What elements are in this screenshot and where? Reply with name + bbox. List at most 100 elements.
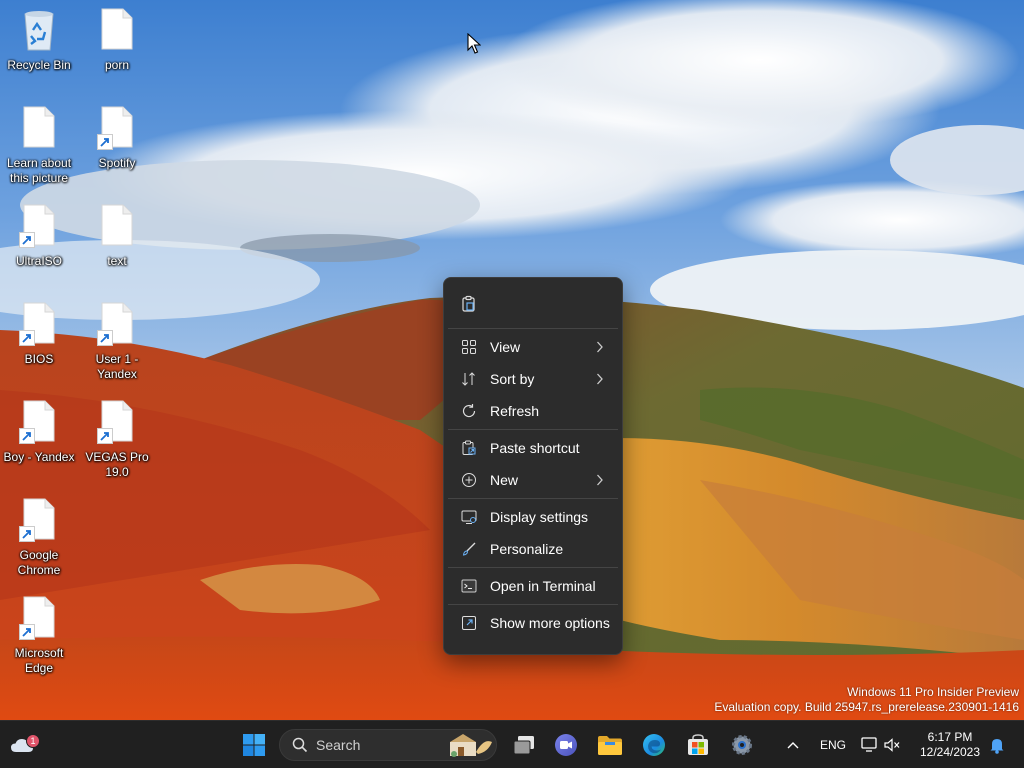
display-settings-icon	[460, 508, 478, 526]
desktop-icon-label: User 1 - Yandex	[95, 352, 139, 381]
refresh-icon	[460, 402, 478, 420]
desktop-icon-text[interactable]: text	[78, 198, 156, 286]
weather-widget-button[interactable]: 1	[4, 727, 40, 763]
menu-separator	[448, 429, 618, 430]
plus-circle-icon	[460, 471, 478, 489]
grid-icon	[460, 338, 478, 356]
settings-icon	[732, 735, 752, 755]
store-button[interactable]	[680, 727, 716, 763]
shortcut-arrow-icon	[19, 624, 35, 640]
notification-count-badge: 1	[26, 734, 40, 748]
taskbar-search-box[interactable]: Search	[279, 729, 497, 761]
desktop-icon-learn-about-this-picture[interactable]: Learn about this picture	[0, 100, 78, 188]
menu-item-sort-by[interactable]: Sort by	[448, 363, 618, 395]
sort-icon	[460, 370, 478, 388]
menu-separator	[448, 604, 618, 605]
menu-item-display-settings[interactable]: Display settings	[448, 501, 618, 533]
desktop-icon-microsoft-edge[interactable]: Microsoft Edge	[0, 590, 78, 678]
shortcut-file-icon	[97, 106, 137, 150]
desktop-icon-boy-yandex[interactable]: Boy - Yandex	[0, 394, 78, 482]
shortcut-arrow-icon	[19, 330, 35, 346]
network-icon	[861, 737, 877, 752]
menu-item-label: Personalize	[490, 541, 564, 557]
chevron-right-icon	[597, 474, 603, 486]
shortcut-arrow-icon	[19, 232, 35, 248]
menu-item-paste-shortcut[interactable]: Paste shortcut	[448, 432, 618, 464]
edge-button[interactable]	[636, 727, 672, 763]
menu-item-new[interactable]: New	[448, 464, 618, 496]
desktop-icon-label: UltraISO	[15, 254, 62, 268]
quick-settings-button[interactable]	[856, 727, 906, 763]
search-highlight-icon	[450, 734, 492, 757]
shortcut-file-icon	[97, 400, 137, 444]
desktop-icon-recycle-bin[interactable]: Recycle Bin	[0, 2, 78, 90]
search-placeholder: Search	[316, 737, 361, 753]
menu-item-label: New	[490, 472, 519, 488]
shortcut-file-icon	[19, 204, 59, 248]
desktop-icon-ultraiso[interactable]: UltraISO	[0, 198, 78, 286]
recycle-bin-icon	[19, 8, 59, 52]
mouse-cursor	[467, 33, 481, 54]
store-icon	[688, 734, 708, 755]
more-options-icon	[460, 614, 478, 632]
menu-item-label: View	[490, 339, 521, 355]
desktop-icon-label: Boy - Yandex	[3, 450, 75, 464]
desktop-icon-google-chrome[interactable]: Google Chrome	[0, 492, 78, 580]
desktop-icon-label: Google Chrome	[17, 548, 61, 577]
bell-icon	[990, 739, 1004, 754]
desktop-icon-vegas-pro-19-0[interactable]: VEGAS Pro 19.0	[78, 394, 156, 482]
input-language-indicator[interactable]: ENG	[820, 738, 846, 752]
settings-button[interactable]	[724, 727, 760, 763]
blank-file-icon	[97, 8, 137, 52]
windows-logo-icon	[243, 734, 265, 756]
shortcut-file-icon	[19, 302, 59, 346]
desktop-icon-label: Learn about this picture	[6, 156, 72, 185]
taskbar-clock[interactable]: 6:17 PM 12/24/2023	[914, 730, 986, 760]
blank-file-icon	[19, 106, 59, 150]
desktop-icon-label: Microsoft Edge	[14, 646, 64, 675]
build-watermark: Windows 11 Pro Insider Preview Evaluatio…	[714, 685, 1019, 715]
desktop-icon-porn[interactable]: porn	[78, 2, 156, 90]
desktop-icon-user-1-yandex[interactable]: User 1 - Yandex	[78, 296, 156, 384]
notification-center-button[interactable]	[984, 727, 1010, 763]
menu-separator	[448, 498, 618, 499]
shortcut-arrow-icon	[97, 330, 113, 346]
brush-icon	[460, 540, 478, 558]
menu-item-label: Display settings	[490, 509, 589, 525]
start-button[interactable]	[236, 727, 272, 763]
meet-button[interactable]	[548, 727, 584, 763]
file-explorer-button[interactable]	[592, 727, 628, 763]
desktop-icon-bios[interactable]: BIOS	[0, 296, 78, 384]
clock-time: 6:17 PM	[927, 730, 973, 744]
task-view-button[interactable]	[506, 727, 542, 763]
desktop-icon-label: Recycle Bin	[7, 58, 71, 72]
chevron-right-icon	[597, 341, 603, 353]
task-view-icon	[513, 736, 534, 755]
chevron-right-icon	[597, 373, 603, 385]
shortcut-arrow-icon	[97, 428, 113, 444]
show-hidden-icons-button[interactable]	[776, 727, 810, 763]
menu-item-show-more-options[interactable]: Show more options	[448, 607, 618, 639]
paste-shortcut-icon	[460, 439, 478, 457]
blank-file-icon	[97, 204, 137, 248]
shortcut-arrow-icon	[19, 428, 35, 444]
menu-item-label: Paste shortcut	[490, 440, 580, 456]
menu-item-label: Refresh	[490, 403, 540, 419]
desktop-icon-label: Spotify	[98, 156, 136, 170]
menu-item-refresh[interactable]: Refresh	[448, 395, 618, 427]
watermark-line-2: Evaluation copy. Build 25947.rs_prerelea…	[714, 700, 1019, 714]
paste-icon[interactable]	[460, 295, 478, 313]
menu-separator	[448, 328, 618, 329]
shortcut-file-icon	[19, 596, 59, 640]
menu-item-label: Open in Terminal	[490, 578, 596, 594]
desktop-icon-label: porn	[104, 58, 130, 72]
menu-item-open-in-terminal[interactable]: Open in Terminal	[448, 570, 618, 602]
volume-muted-icon	[884, 738, 900, 752]
taskbar: 1 Search ENG 6:17 PM 12/24/2023	[0, 720, 1024, 768]
clock-date: 12/24/2023	[919, 745, 981, 759]
desktop-context-menu: View Sort by Refresh Paste shortcut New …	[443, 277, 623, 655]
desktop-icon-spotify[interactable]: Spotify	[78, 100, 156, 188]
desktop-icon-label: BIOS	[24, 352, 54, 366]
menu-item-view[interactable]: View	[448, 331, 618, 363]
menu-item-personalize[interactable]: Personalize	[448, 533, 618, 565]
